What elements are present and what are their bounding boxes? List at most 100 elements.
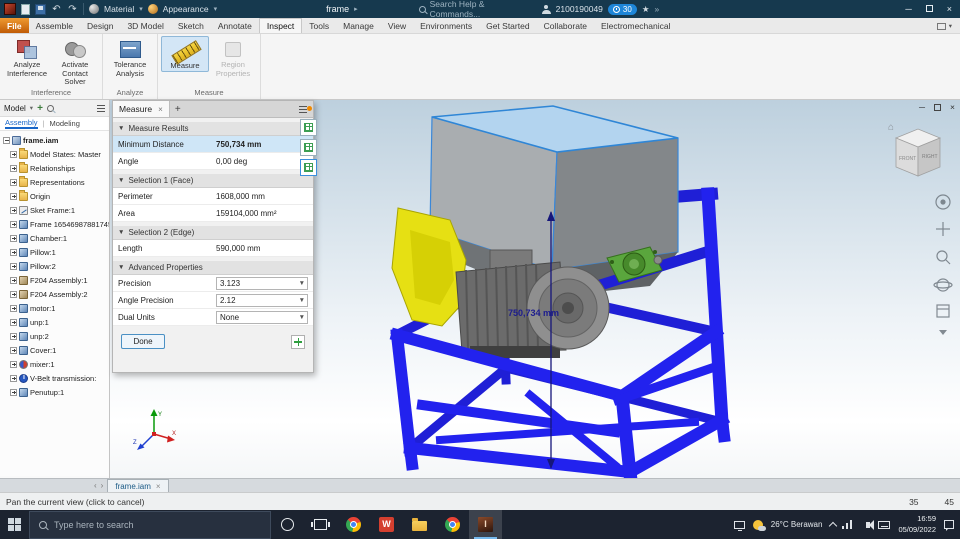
ribbon-tab[interactable]: View [381,18,413,33]
measure-row[interactable]: ▼ Measure Results ▼ [113,122,313,136]
measure-row[interactable]: ▼ Minimum Distance 750,734 mm ▼ [113,136,313,153]
browser-panel-label[interactable]: Model [4,104,26,113]
expand-icon[interactable] [10,206,17,214]
expand-icon[interactable] [10,164,17,172]
ribbon-tab[interactable]: Assemble [29,18,80,33]
tree-item[interactable]: Pillow:1 [2,245,109,259]
tree-item[interactable]: motor:1 [2,301,109,315]
taskbar-search-box[interactable]: Type here to search [29,510,271,539]
expand-icon[interactable] [10,276,17,284]
expand-icon[interactable] [10,178,17,186]
expand-icon[interactable] [10,150,17,158]
viewcube-right-label[interactable]: RIGHT [922,154,938,160]
ribbon-tab[interactable]: Collaborate [537,18,594,33]
add-measurement-button[interactable] [291,334,305,349]
close-icon[interactable]: × [158,105,163,114]
action-center-icon[interactable] [944,520,954,531]
measure-row[interactable]: ▼ Precision 3.123 ▼ [113,275,313,292]
maximize-button[interactable] [925,4,933,14]
import-table-icon[interactable] [300,139,317,156]
tablet-mode-icon[interactable] [733,520,745,531]
ribbon-tab[interactable]: Annotate [211,18,259,33]
expand-icon[interactable] [10,304,17,312]
expand-icon[interactable] [10,192,17,200]
chevron-down-icon[interactable]: ▾ [214,5,218,13]
ribbon-tab[interactable]: Design [80,18,120,33]
expand-icon[interactable] [10,234,17,242]
selected-table-tool-icon[interactable] [300,159,317,176]
measure-row[interactable]: ▼ Angle Precision 2.12 ▼ [113,292,313,309]
start-button[interactable] [8,518,21,531]
overflow-chevron-icon[interactable]: » [654,4,659,14]
measure-row[interactable]: ▼ Length 590,000 mm ▼ [113,240,313,257]
expand-icon[interactable] [10,248,17,256]
panel-menu-icon[interactable] [299,105,312,113]
group-name[interactable]: Interference [3,87,99,99]
tree-item[interactable]: Origin [2,189,109,203]
browser-search-icon[interactable] [46,104,54,112]
ribbon-tab[interactable]: Sketch [171,18,211,33]
tab-scroll-right-icon[interactable]: › [101,481,104,490]
task-view-button[interactable] [304,510,337,539]
help-search-box[interactable]: Search Help & Commands... [418,0,537,19]
expand-icon[interactable] [10,360,17,368]
ribbon-tab[interactable]: Inspect [258,18,303,33]
taskbar-clock[interactable]: 16:59 05/09/2022 [898,514,936,534]
tree-item[interactable]: F204 Assembly:2 [2,287,109,301]
tree-item[interactable]: F204 Assembly:1 [2,273,109,287]
tab-scroll-left-icon[interactable]: ‹ [94,481,97,490]
tolerance-analysis-button[interactable]: Tolerance Analysis [106,36,154,78]
tree-item[interactable]: unp:2 [2,329,109,343]
material-dropdown[interactable]: Material [104,4,134,14]
measure-row[interactable]: ▼ Dual Units None ▼ [113,309,313,326]
doc-restore-button[interactable] [934,103,942,111]
measure-row[interactable]: ▼ Perimeter 1608,000 mm ▼ [113,188,313,205]
measure-button[interactable]: Measure [161,36,209,72]
view-cube[interactable]: FRONT RIGHT [886,124,948,186]
tree-item[interactable]: Penutup:1 [2,385,109,399]
measure-row[interactable]: ▼ Selection 2 (Edge) ▼ [113,226,313,240]
tab-modeling[interactable]: Modeling [49,119,79,128]
group-name[interactable]: Measure [161,87,257,99]
keyboard-icon[interactable] [878,520,891,529]
chevron-down-icon[interactable]: ▾ [139,5,143,13]
save-icon[interactable] [35,3,46,15]
collapse-icon[interactable] [3,136,10,144]
minimize-button[interactable]: ─ [905,4,911,14]
notification-center-badge[interactable]: 30 [607,3,637,15]
network-icon[interactable] [842,520,853,529]
expand-icon[interactable] [10,388,17,396]
ribbon-tab[interactable]: Get Started [479,18,536,33]
tree-item[interactable]: Cover:1 [2,343,109,357]
section-collapse-icon[interactable]: ▼ [118,177,124,184]
dropdown-arrow-icon[interactable]: ▼ [299,297,305,304]
wps-app-button[interactable] [370,510,403,539]
export-table-icon[interactable] [300,119,317,136]
expand-icon[interactable] [10,290,17,298]
expand-icon[interactable] [10,262,17,270]
dropdown-arrow-icon[interactable]: ▼ [299,314,305,321]
file-explorer-button[interactable] [403,510,436,539]
inventor-app-icon[interactable] [4,3,16,15]
doc-minimize-button[interactable]: ─ [919,102,925,112]
new-file-icon[interactable] [21,3,30,15]
user-id[interactable]: 2100190049 [556,4,603,14]
chevron-down-icon[interactable]: ▾ [30,104,33,112]
tree-item[interactable]: Pillow:2 [2,259,109,273]
appearance-dropdown[interactable]: Appearance [163,4,209,14]
expand-icon[interactable] [10,346,17,354]
tree-item[interactable]: mixer:1 [2,357,109,371]
tree-item[interactable]: Model States: Master [2,147,109,161]
chevron-right-icon[interactable]: ▸ [354,5,358,13]
redo-icon[interactable]: ↷ [67,4,78,15]
close-icon[interactable]: × [156,482,161,491]
tree-item[interactable]: unp:1 [2,315,109,329]
done-button[interactable]: Done [121,334,165,349]
browser-app-button-1[interactable] [337,510,370,539]
measure-row[interactable]: ▼ Advanced Properties ▼ [113,261,313,275]
activate-contact-solver-button[interactable]: Activate Contact Solver [51,36,99,87]
tree-item[interactable]: Sket Frame:1 [2,203,109,217]
expand-icon[interactable] [10,332,17,340]
section-collapse-icon[interactable]: ▼ [118,125,124,132]
section-collapse-icon[interactable]: ▼ [118,229,124,236]
